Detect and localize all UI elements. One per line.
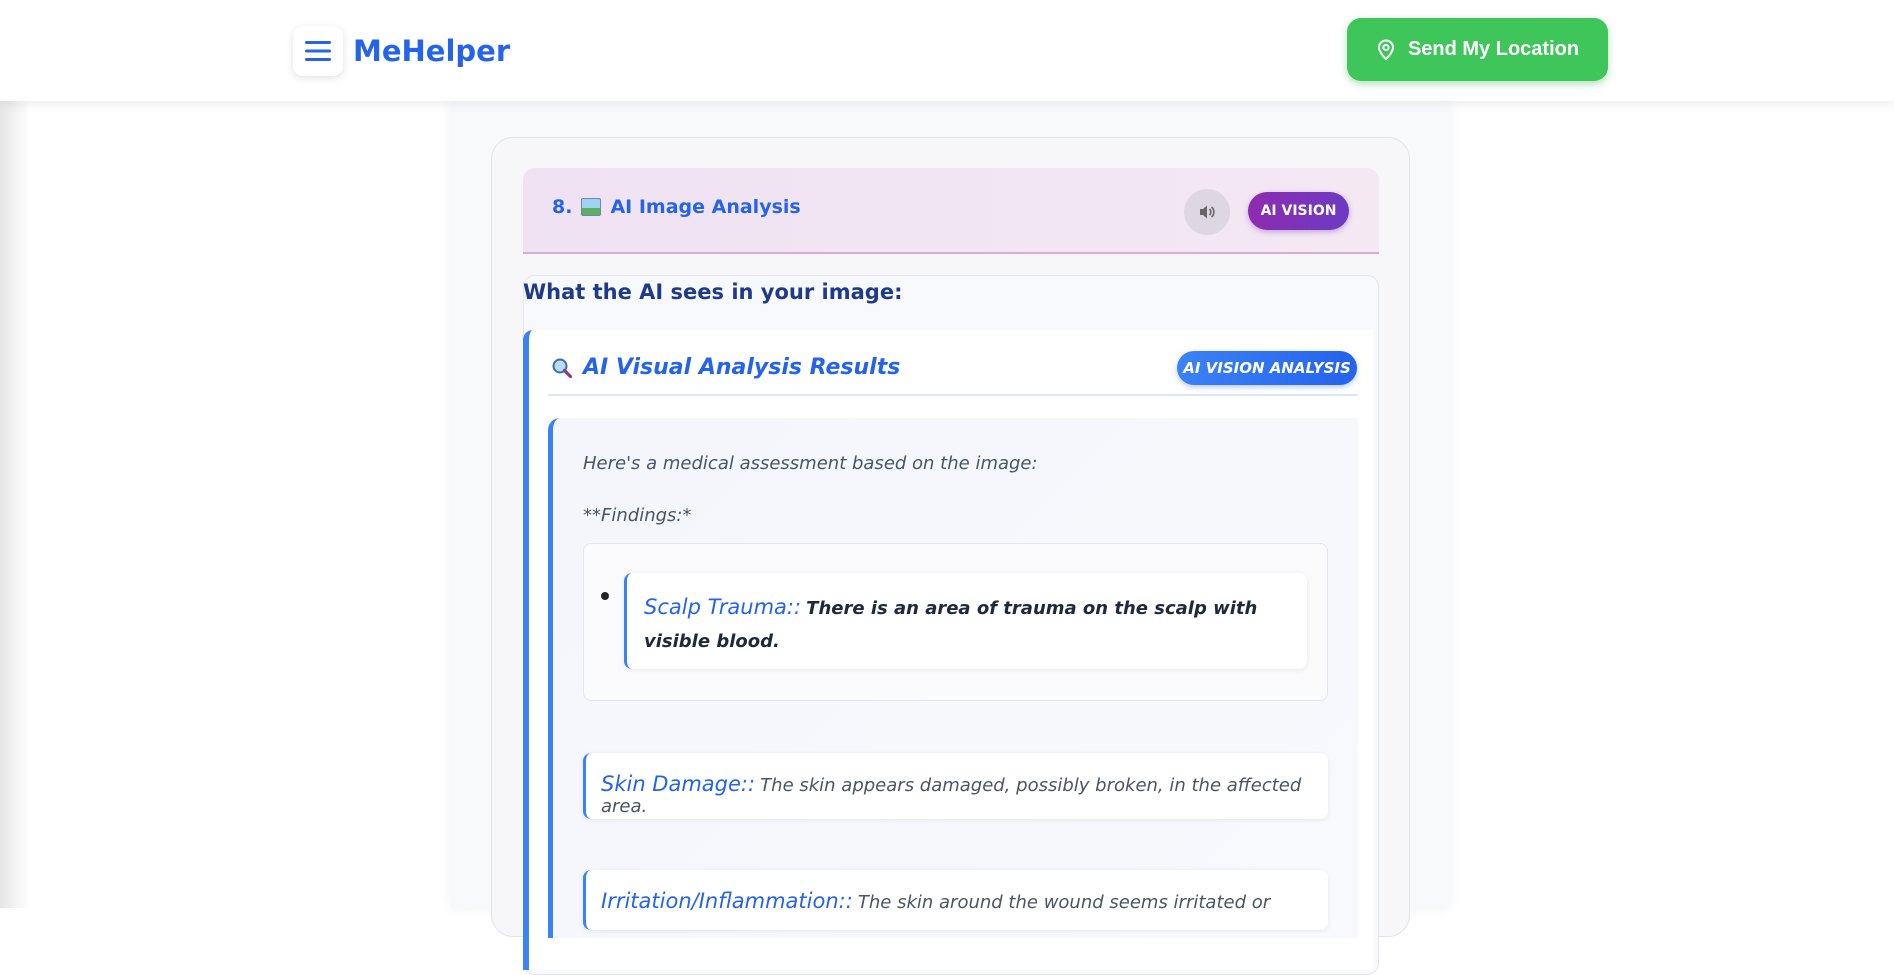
speaker-icon [1200, 205, 1215, 219]
section-title: 8. AI Image Analysis [552, 196, 801, 218]
send-location-label: Send My Location [1407, 38, 1580, 60]
brand-logo-text[interactable]: MeHelper [353, 31, 510, 71]
section-number: 8. [552, 196, 573, 218]
findings-heading: **Findings:* [583, 505, 692, 526]
finding-label: Skin Damage:: [601, 772, 756, 796]
finding-card: Skin Damage:: The skin appears damaged, … [583, 753, 1328, 819]
results-title: AI Visual Analysis Results [551, 355, 900, 380]
ai-sees-heading: What the AI sees in your image: [523, 280, 903, 304]
read-aloud-button[interactable] [1184, 189, 1230, 235]
finding-label: Irritation/Inflammation:: [601, 889, 853, 913]
finding-label: Scalp Trauma:: [644, 595, 802, 619]
list-bullet [601, 592, 609, 600]
picture-icon [581, 198, 602, 216]
hamburger-menu-icon [305, 41, 331, 61]
results-header: AI Visual Analysis Results AI VISION ANA… [548, 346, 1358, 396]
send-location-button[interactable]: Send My Location [1347, 18, 1608, 81]
results-title-text: AI Visual Analysis Results [583, 355, 901, 380]
map-pin-icon [1377, 38, 1394, 60]
finding-card: Scalp Trauma:: There is an area of traum… [624, 573, 1307, 669]
menu-button[interactable] [293, 26, 343, 76]
ai-vision-analysis-badge: AI VISION ANALYSIS [1177, 351, 1357, 385]
top-navbar: MeHelper Send My Location [0, 0, 1894, 101]
section-title-text: AI Image Analysis [610, 196, 801, 218]
finding-text: The skin around the wound seems irritate… [857, 892, 1271, 913]
assessment-intro: Here's a medical assessment based on the… [583, 453, 1038, 474]
left-edge-shadow [0, 0, 30, 908]
magnifier-icon [552, 358, 573, 378]
section-header: 8. AI Image Analysis AI VISION [523, 168, 1379, 254]
finding-card: Irritation/Inflammation:: The skin aroun… [583, 870, 1328, 930]
ai-vision-badge: AI VISION [1248, 192, 1349, 230]
